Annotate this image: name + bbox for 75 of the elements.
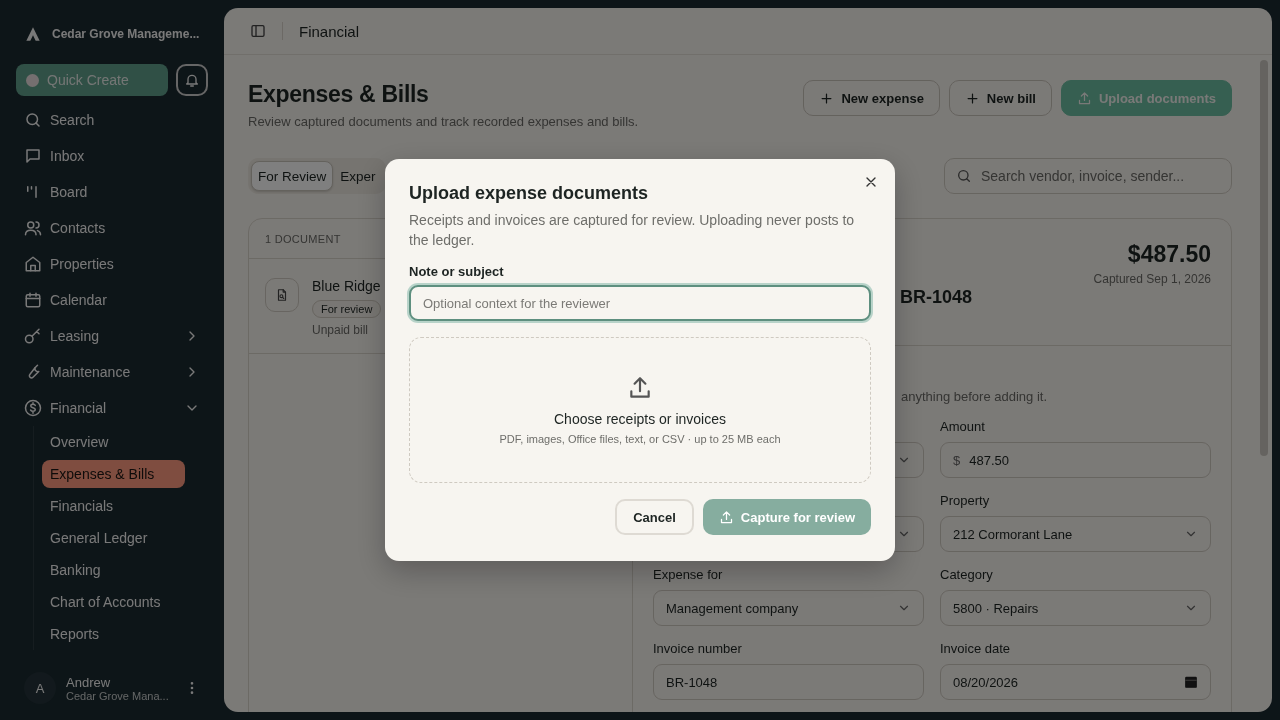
search-icon [956,168,972,184]
drop-zone-title: Choose receipts or invoices [554,411,726,427]
drop-zone-hint: PDF, images, Office files, text, or CSV · up to 25 MB each [499,433,781,445]
sidebar-subitem[interactable]: Expenses & Bills [42,460,185,488]
people-icon [24,219,42,237]
add-button[interactable]: New bill [948,80,1052,116]
select-field[interactable]: 5800 · Repairs [940,590,1211,626]
page-subtitle: Review captured documents and track recorded expenses and bills. [248,114,639,129]
sidebar-item[interactable]: Properties [16,246,208,282]
sidebar-item[interactable]: Financial [16,390,208,426]
text-field[interactable]: BR-1048 [653,664,924,700]
page-title: Expenses & Bills [248,81,430,108]
upload-icon [718,509,734,525]
vendor-name: Blue Ridge [312,278,382,294]
dollar-circle-icon [24,399,42,417]
select-field[interactable]: Management company [653,590,924,626]
note-field[interactable]: Optional context for the reviewer [409,285,871,321]
date-field[interactable]: 08/20/2026 [940,664,1211,700]
document-type: Unpaid bill [312,323,370,337]
sidebar-item[interactable]: Leasing [16,318,208,354]
file-search-icon [275,288,289,302]
plus-icon [964,90,980,106]
sidebar-subitem[interactable]: Banking [42,556,185,584]
search-field[interactable]: Search vendor, invoice, sender... [944,158,1232,194]
plus-icon [819,90,835,106]
sidebar-subitem[interactable]: Financials [42,492,185,520]
status-badge: For review [312,300,382,318]
total-amount: $487.50 [1127,241,1211,268]
key-icon [24,327,42,345]
chat-bubble-icon [24,147,42,165]
sidebar-item[interactable]: Board [16,174,208,210]
sidebar-toggle-button[interactable] [250,23,266,39]
file-drop-zone[interactable]: Choose receipts or invoices PDF, images, Office files, text, or CSV · up to 25 MB each [409,337,871,483]
sidebar-item[interactable]: Contacts [16,210,208,246]
sidebar-item[interactable]: Inbox [16,138,208,174]
house-icon [24,255,42,273]
instruction-text: anything before adding it. [900,389,1048,404]
sidebar-subitem[interactable]: Overview [42,428,185,456]
user-organization: Cedar Grove Mana... [66,689,170,702]
dialog-title: Upload expense documents [409,183,650,204]
field-label: Amount [940,418,986,436]
sidebar-item[interactable]: Search [16,102,208,138]
sidebar-subitem[interactable]: Reports [42,620,185,648]
field-label: Invoice date [940,640,1012,658]
field-label: Category [940,566,994,584]
add-button[interactable]: New expense [803,80,940,116]
logo-icon [24,26,42,42]
notifications-button[interactable] [176,64,208,96]
user-name: Andrew [66,674,112,690]
field-label: Expense for [653,566,724,584]
bell-icon [184,72,200,88]
captured-date: Captured Sep 1, 2026 [1093,272,1211,286]
upload-icon [627,375,653,401]
calendar-icon [24,291,42,309]
document-title: BR-1048 [900,287,973,309]
upload-icon [1077,90,1092,106]
avatar: A [24,672,56,704]
sidebar-item[interactable]: Calendar [16,282,208,318]
field-label: Note or subject [409,264,505,279]
field-label: Property [940,492,991,510]
select-field[interactable]: 212 Cormorant Lane [940,516,1211,552]
sidebar-item[interactable]: Maintenance [16,354,208,390]
calendar-icon [1184,675,1198,689]
field-label: Invoice number [653,640,743,658]
amount-field[interactable]: $ 487.50 [940,442,1211,478]
search-icon [24,111,42,129]
sidebar-subitem[interactable]: Chart of Accounts [42,588,185,616]
brand-name: Cedar Grove Manageme... [52,27,200,41]
currency-symbol: $ [953,452,961,468]
breadcrumb: Financial [299,22,360,40]
tab[interactable]: Exper [333,161,383,191]
tab[interactable]: For Review [251,161,334,191]
sidebar-subitem[interactable]: General Ledger [42,524,185,552]
panel-icon [250,23,266,39]
cancel-button[interactable]: Cancel [615,499,694,535]
